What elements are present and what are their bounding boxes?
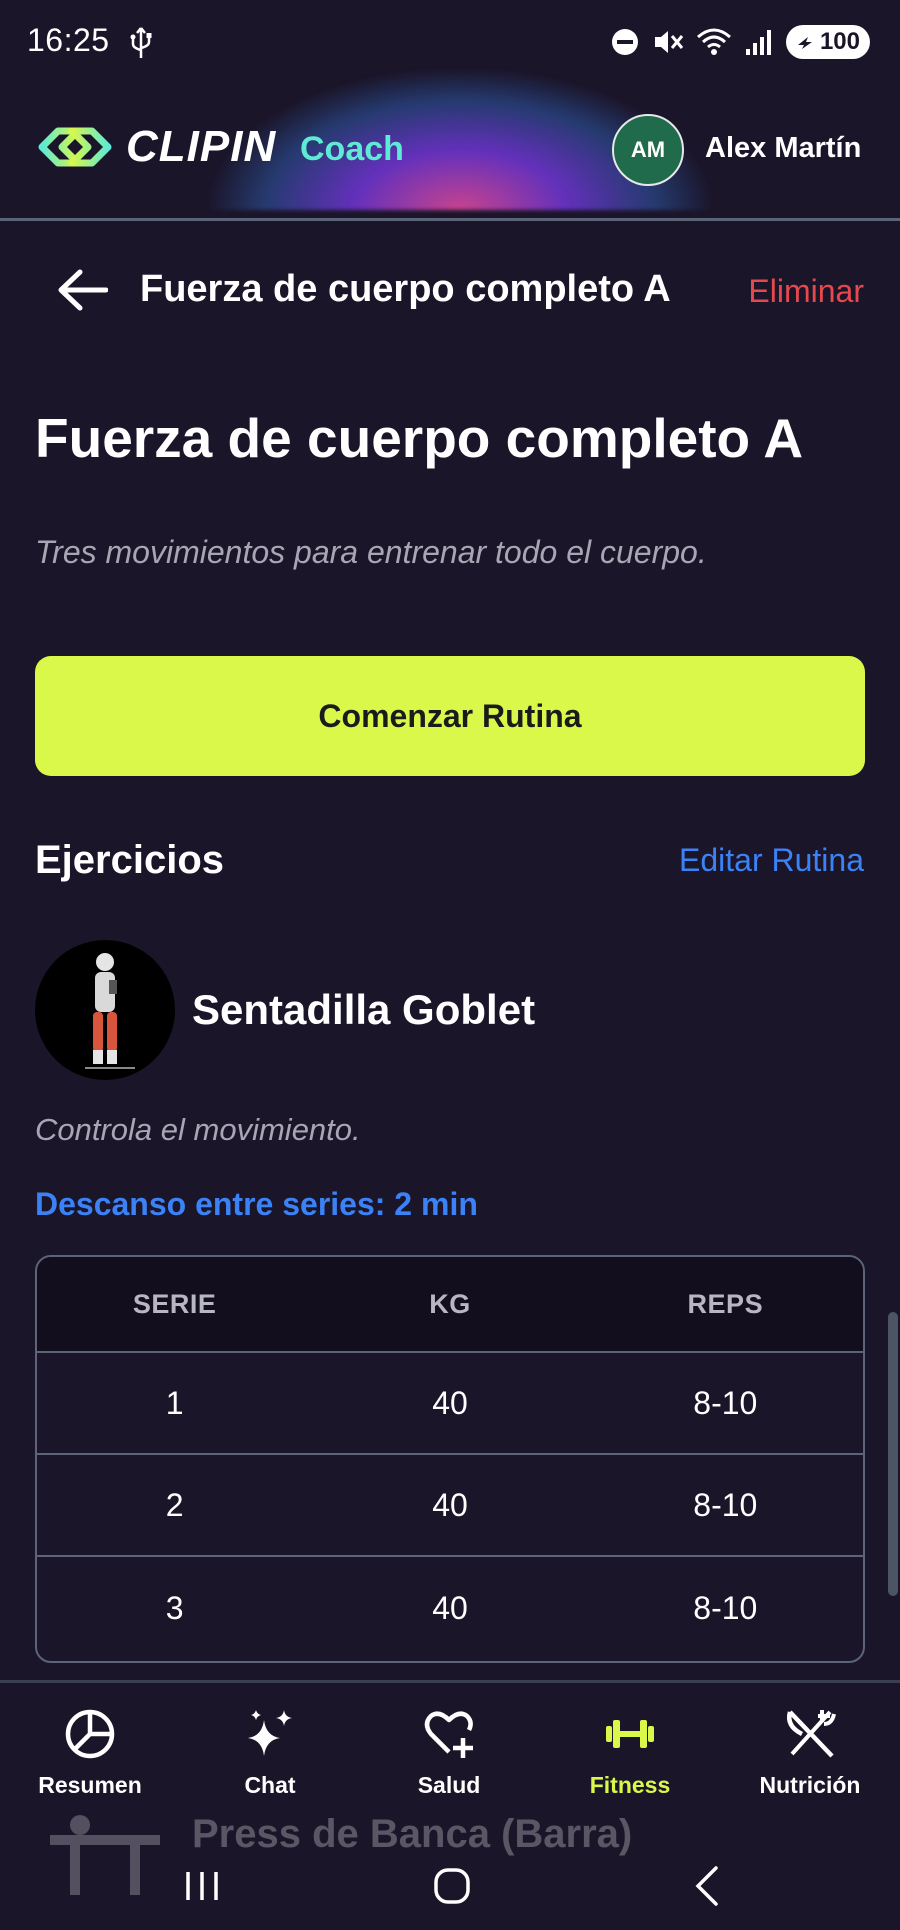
set-number: 2 [165,1486,184,1523]
table-header: SERIE KG REPS [37,1257,863,1353]
battery-indicator: 100 [785,25,870,59]
nav-item-nutricion[interactable]: Nutrición [725,1706,895,1816]
column-serie: SERIE [132,1288,217,1319]
start-routine-button[interactable]: Comenzar Rutina [35,656,865,776]
next-exercise-name: Press de Banca (Barra) [192,1812,633,1856]
avatar[interactable]: AM [612,114,684,186]
exercise-name[interactable]: Sentadilla Goblet [192,986,535,1034]
column-reps: REPS [687,1288,764,1319]
logo-subtitle: Coach [300,130,404,168]
nav-label: Chat [244,1772,296,1798]
dnd-icon [611,29,638,55]
pie-chart-icon [65,1709,115,1759]
routine-description: Tres movimientos para entrenar todo el c… [35,534,707,570]
table-row[interactable]: 1 40 8-10 [37,1353,863,1455]
status-icons: 100 [610,24,870,60]
rest-time: Descanso entre series: 2 min [35,1186,478,1222]
delete-button[interactable]: Eliminar [748,273,864,310]
nav-item-chat[interactable]: Chat [185,1706,355,1816]
clipin-logo-icon [38,127,112,167]
usb-icon [130,27,152,58]
system-back-icon[interactable] [690,1862,724,1910]
wifi-icon [696,28,731,55]
table-row[interactable]: 3 40 8-10 [37,1557,863,1659]
mute-icon [654,31,684,53]
home-icon[interactable] [432,1862,472,1910]
recent-apps-icon[interactable] [182,1862,222,1910]
edit-routine-link[interactable]: Editar Rutina [679,842,864,879]
nav-label: Fitness [589,1772,671,1798]
nav-label: Nutrición [759,1772,861,1798]
logo-text: CLIPIN [126,122,277,171]
header-divider [0,218,900,221]
table-row[interactable]: 2 40 8-10 [37,1455,863,1557]
signal-icon [745,30,771,55]
column-kg: KG [429,1288,471,1319]
fork-knife-icon [787,1710,836,1758]
exercise-thumbnail[interactable] [35,940,175,1080]
nav-item-resumen[interactable]: Resumen [5,1706,175,1816]
set-weight[interactable]: 40 [312,1385,587,1422]
set-number: 3 [165,1589,184,1626]
set-number: 1 [165,1384,184,1421]
set-weight[interactable]: 40 [312,1487,587,1524]
nav-title: Fuerza de cuerpo completo A [140,268,671,310]
scrollbar-thumb[interactable] [888,1312,898,1596]
status-time: 16:25 [27,22,110,58]
nav-label: Salud [417,1772,481,1798]
back-arrow-icon[interactable] [56,268,108,312]
set-reps[interactable]: 8-10 [588,1590,863,1627]
exercise-note: Controla el movimiento. [35,1112,361,1147]
set-weight[interactable]: 40 [312,1590,587,1627]
battery-icon [797,37,812,49]
set-reps[interactable]: 8-10 [588,1487,863,1524]
nav-item-fitness[interactable]: Fitness [545,1706,715,1816]
sets-table: SERIE KG REPS 1 40 8-10 2 40 8-10 3 40 8… [35,1255,865,1663]
page-title: Fuerza de cuerpo completo A [35,407,804,469]
dumbbell-icon [606,1720,654,1748]
heart-plus-icon [424,1711,473,1758]
sparkles-icon [248,1710,292,1756]
exercises-section-title: Ejercicios [35,838,225,882]
exercise-figure-icon [85,953,135,1069]
battery-level: 100 [819,28,860,55]
user-name[interactable]: Alex Martín [705,132,861,165]
nav-label: Resumen [38,1772,142,1798]
set-reps[interactable]: 8-10 [588,1385,863,1422]
nav-item-salud[interactable]: Salud [364,1706,534,1816]
